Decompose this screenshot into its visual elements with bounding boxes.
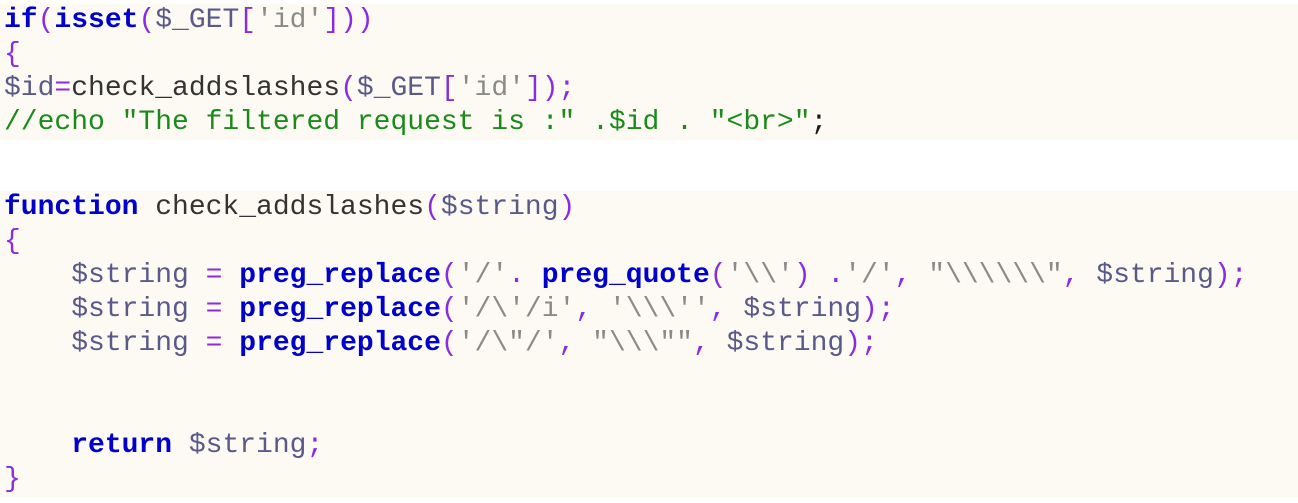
code-token: '\\\'' — [608, 294, 710, 325]
code-token: 'id' — [457, 73, 525, 104]
blank-gap — [0, 140, 1298, 191]
code-token: { — [4, 226, 21, 257]
code-token: [ — [239, 5, 257, 36]
code-token: ])) — [323, 5, 374, 36]
code-token: ( — [424, 192, 441, 223]
code-line[interactable]: { — [0, 225, 1298, 259]
code-token: "\\\\\\" — [928, 260, 1063, 291]
code-line[interactable] — [0, 395, 1298, 429]
code-line[interactable]: { — [0, 38, 1298, 72]
code-token: '/' — [457, 260, 509, 291]
code-token: , — [558, 328, 593, 359]
code-token: ); — [844, 328, 878, 359]
code-token: ( — [138, 5, 156, 36]
code-token: $string — [172, 430, 307, 461]
code-token: return — [71, 430, 173, 461]
code-token: ) — [558, 192, 576, 223]
code-editor[interactable]: if(isset($_GET['id'])){$id=check_addslas… — [0, 0, 1298, 503]
code-token: , — [1062, 260, 1097, 291]
code-token: ]); — [524, 73, 576, 104]
code-token: = — [205, 294, 223, 325]
code-token: $_GET — [155, 5, 240, 36]
code-token: = — [205, 260, 223, 291]
code-line[interactable]: $string = preg_replace('/'. preg_quote('… — [0, 259, 1298, 293]
code-token: preg_replace — [239, 294, 441, 325]
code-token: '/\'/i' — [457, 294, 576, 325]
code-token: , — [575, 294, 609, 325]
code-token: ( — [340, 73, 357, 104]
code-token: $string — [1096, 260, 1214, 291]
code-token: , — [894, 260, 929, 291]
code-line[interactable]: return $string; — [0, 429, 1298, 463]
code-token: ); — [861, 294, 895, 325]
code-token: isset — [54, 5, 139, 36]
code-token: ( — [440, 260, 458, 291]
code-token: ( — [37, 5, 55, 36]
code-token: '/\"/' — [457, 328, 559, 359]
code-token: $string — [4, 328, 206, 359]
code-line[interactable]: if(isset($_GET['id'])) — [0, 4, 1298, 38]
code-line[interactable]: //echo "The filtered request is :" .$id … — [0, 106, 1298, 140]
code-token: ) . — [793, 260, 845, 291]
code-token: } — [4, 464, 21, 495]
code-token: = — [54, 73, 72, 104]
code-token: ; — [306, 430, 324, 461]
code-token: //echo "The filtered request is :" .$id … — [4, 107, 811, 138]
code-token: preg_replace — [239, 328, 441, 359]
code-token: $string — [726, 328, 845, 359]
code-token: '/' — [844, 260, 895, 291]
code-token: = — [205, 328, 223, 359]
code-token: ; — [810, 107, 828, 138]
code-token: . — [508, 260, 542, 291]
code-token: preg_quote — [541, 260, 710, 291]
code-line[interactable] — [0, 361, 1298, 395]
code-token: ( — [440, 294, 458, 325]
code-token: $string — [4, 260, 206, 291]
code-token: 'id' — [256, 5, 324, 36]
code-token: [ — [440, 73, 458, 104]
code-line[interactable]: function check_addslashes($string) — [0, 191, 1298, 225]
code-token: $id — [4, 73, 55, 104]
code-token: "\\\"" — [592, 328, 693, 359]
code-token: ); — [1213, 260, 1248, 291]
code-token: if — [4, 5, 38, 36]
code-token: check_addslashes — [71, 73, 341, 104]
code-line[interactable]: $string = preg_replace('/\'/i', '\\\'', … — [0, 293, 1298, 327]
code-token: ( — [709, 260, 727, 291]
code-token: function — [4, 192, 139, 223]
code-token: '\\' — [726, 260, 794, 291]
code-line[interactable]: } — [0, 463, 1298, 497]
code-token: , — [692, 328, 727, 359]
code-token: ( — [440, 328, 458, 359]
code-token: { — [4, 39, 21, 70]
code-token: $string — [4, 294, 206, 325]
code-token: $_GET — [356, 73, 441, 104]
code-token: check_addslashes — [138, 192, 425, 223]
code-token: , — [709, 294, 744, 325]
code-token: preg_replace — [239, 260, 441, 291]
code-line[interactable]: $id=check_addslashes($_GET['id']); — [0, 72, 1298, 106]
code-line[interactable]: $string = preg_replace('/\"/', "\\\"", $… — [0, 327, 1298, 361]
code-token: $string — [743, 294, 862, 325]
code-token: $string — [440, 192, 559, 223]
